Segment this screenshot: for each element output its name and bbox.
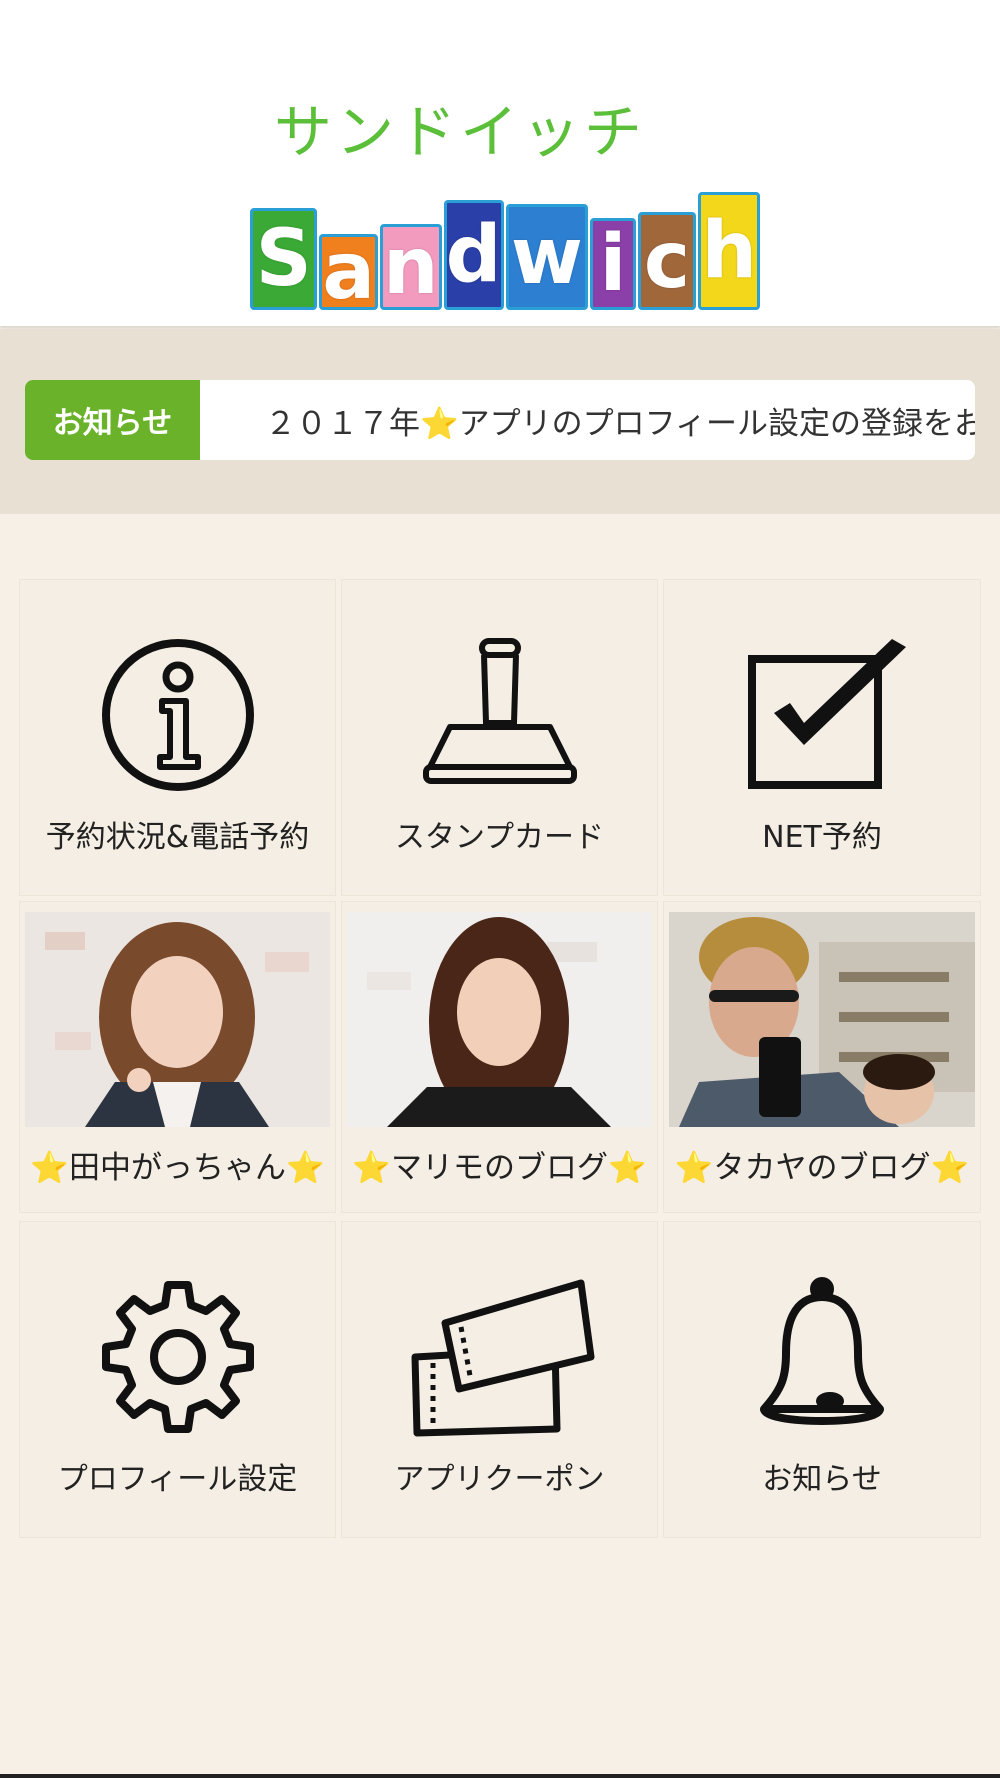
menu-label: 予約状況&電話予約: [45, 820, 310, 855]
menu-tile-notices[interactable]: お知らせ: [664, 1222, 980, 1537]
menu-tile-staff-tanaka[interactable]: ⭐️田中がっちゃん⭐️: [20, 902, 335, 1212]
menu-label: スタンプカード: [394, 820, 605, 855]
logo-letter: n: [380, 224, 442, 310]
menu-tile-stamp-card[interactable]: スタンプカード: [342, 580, 657, 895]
logo-kana-text: サンドイッチ: [273, 98, 646, 166]
news-label: お知らせ: [25, 380, 200, 460]
logo-letter: w: [505, 204, 589, 310]
menu-label: お知らせ: [762, 1462, 882, 1497]
menu-tile-app-coupon[interactable]: アプリクーポン: [342, 1222, 657, 1537]
info-icon: [20, 635, 335, 795]
menu-label: プロフィール設定: [57, 1462, 298, 1497]
sandwich-logo: Sandwich: [250, 190, 760, 311]
staff-photo-takaya: [669, 912, 975, 1127]
menu-tile-staff-marimo[interactable]: ⭐️マリモのブログ⭐️: [342, 902, 657, 1212]
bell-icon: [664, 1277, 980, 1437]
news-ticker[interactable]: お知らせ ２０１７年⭐️アプリのプロフィール設定の登録をお: [25, 380, 975, 460]
logo-letter: h: [698, 192, 760, 310]
menu-tile-staff-takaya[interactable]: ⭐️タカヤのブログ⭐️: [664, 902, 980, 1212]
menu-tile-net-reservation[interactable]: NET予約: [664, 580, 980, 895]
menu-tile-profile-settings[interactable]: プロフィール設定: [20, 1222, 335, 1537]
gear-icon: [20, 1277, 335, 1437]
menu-label: アプリクーポン: [394, 1462, 605, 1497]
checkbox-icon: [664, 635, 980, 795]
logo-letter: i: [590, 218, 636, 310]
coupon-icon: [342, 1277, 657, 1437]
logo-letter: a: [319, 233, 379, 311]
logo-letter: c: [637, 212, 697, 310]
logo-letter: d: [443, 200, 504, 310]
menu-label: NET予約: [762, 820, 882, 855]
news-text: ２０１７年⭐️アプリのプロフィール設定の登録をお: [265, 405, 975, 442]
staff-blog-label: ⭐️田中がっちゃん⭐️: [30, 1150, 325, 1186]
app-header: サンドイッチ Sandwich: [0, 0, 1000, 326]
staff-photo-tanaka: [25, 912, 330, 1127]
staff-blog-label: ⭐️マリモのブログ⭐️: [352, 1150, 647, 1186]
bottom-divider: [0, 1774, 1000, 1778]
logo-letter: S: [250, 208, 318, 310]
menu-tile-reservation[interactable]: 予約状況&電話予約: [20, 580, 335, 895]
staff-blog-label: ⭐️タカヤのブログ⭐️: [674, 1150, 970, 1186]
staff-photo-marimo: [347, 912, 652, 1127]
stamp-icon: [342, 635, 657, 795]
